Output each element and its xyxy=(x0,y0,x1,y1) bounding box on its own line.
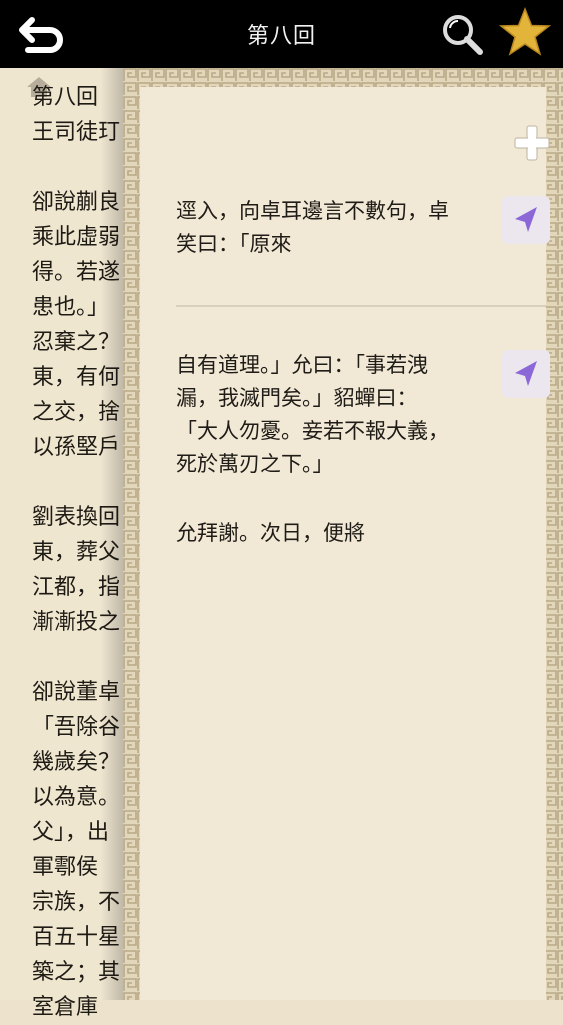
divider xyxy=(176,305,546,307)
note-line: 逕入，向卓耳邊言不數句，卓 xyxy=(176,199,449,223)
plus-icon[interactable] xyxy=(512,123,552,163)
bookmark-note[interactable]: 逕入，向卓耳邊言不數句，卓 笑曰：「原來 xyxy=(176,195,476,261)
notes-panel: 逕入，向卓耳邊言不數句，卓 笑曰：「原來 自有道理。」允曰：「事若洩 漏，我滅門… xyxy=(123,68,563,1000)
bookmark-note[interactable]: 允拜謝。次日，便將 xyxy=(176,517,476,550)
note-line: 死於萬刃之下。」 xyxy=(176,452,334,476)
navigate-arrow-icon xyxy=(515,361,537,386)
panel-content: 逕入，向卓耳邊言不數句，卓 笑曰：「原來 自有道理。」允曰：「事若洩 漏，我滅門… xyxy=(140,87,550,1000)
navigate-arrow-icon xyxy=(515,207,537,232)
note-line: 自有道理。」允曰：「事若洩 xyxy=(176,353,428,377)
note-line: 漏，我滅門矣。」貂蟬曰： xyxy=(176,386,418,410)
note-line: 笑曰：「原來 xyxy=(176,232,292,256)
bookmark-note[interactable]: 自有道理。」允曰：「事若洩 漏，我滅門矣。」貂蟬曰： 「大人勿憂。妾若不報大義，… xyxy=(176,349,476,481)
star-icon[interactable] xyxy=(498,6,552,60)
note-line: 允拜謝。次日，便將 xyxy=(176,521,365,545)
search-icon[interactable] xyxy=(440,12,484,56)
go-to-bookmark-button[interactable] xyxy=(502,196,550,244)
go-to-bookmark-button[interactable] xyxy=(502,350,550,398)
note-line: 「大人勿憂。妾若不報大義， xyxy=(176,419,449,443)
top-bar: 第八回 xyxy=(0,0,563,68)
